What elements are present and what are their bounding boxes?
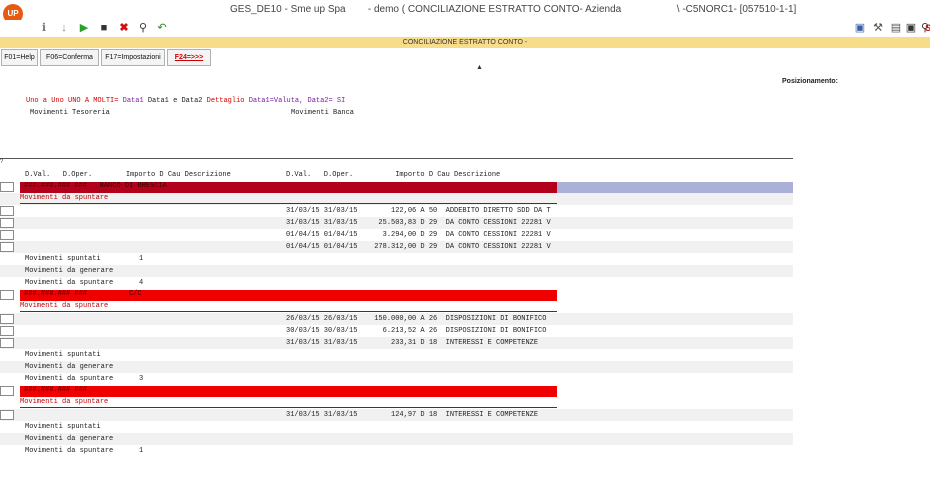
document-icon[interactable]: ▤	[888, 20, 904, 37]
stop-icon[interactable]: ■	[96, 20, 112, 37]
bank-heading: Movimenti Banca	[291, 109, 355, 117]
mode-line: Uno a Uno UNO A MOLTI= Data1 Data1 e Dat…	[26, 97, 345, 105]
bank-movement-row[interactable]: 01/04/15 01/04/15 278.312,00 D 29 DA CON…	[286, 243, 551, 251]
account-band-label: ###.###.### ### C/C	[24, 290, 142, 298]
f01-help-button[interactable]: F01=Help	[1, 49, 38, 66]
play-icon[interactable]: ▶	[76, 20, 92, 37]
row-select-box[interactable]	[0, 326, 14, 336]
summary-count: 4	[139, 279, 144, 287]
summary-count: 1	[139, 447, 144, 455]
summary-count: 3	[139, 375, 144, 383]
row-select-box[interactable]	[0, 338, 14, 348]
account-band-label: ###.###.### ### BANCO DI BRESCIA	[24, 182, 167, 190]
collapse-caret-icon[interactable]: ▲	[476, 64, 483, 71]
summary-label: Movimenti da spuntare	[25, 447, 114, 455]
f17-settings-button[interactable]: F17=Impostazioni	[101, 49, 165, 66]
row-select-box[interactable]	[0, 230, 14, 240]
bank-movement-row[interactable]: 31/03/15 31/03/15 124,97 D 18 INTERESSI …	[286, 411, 538, 419]
link-underline	[20, 407, 557, 408]
f24-more-button[interactable]: F24=>>>	[167, 49, 211, 66]
bank-column-headers: D.Val. D.Oper. Importo D Cau Descrizione	[286, 171, 501, 179]
bank-movement-row[interactable]: 30/03/15 30/03/15 6.213,52 A 26 DISPOSIZ…	[286, 327, 546, 335]
grid-separator	[0, 158, 793, 159]
account-band-label: ###.###.### ###	[24, 386, 88, 394]
summary-label: Movimenti spuntati	[25, 351, 101, 359]
row-stripe	[0, 433, 793, 445]
bank-movement-row[interactable]: 01/04/15 01/04/15 3.294,00 D 29 DA CONTO…	[286, 231, 551, 239]
row-select-box[interactable]	[0, 218, 14, 228]
row-select-box[interactable]	[0, 314, 14, 324]
delete-icon[interactable]: ✖	[116, 20, 132, 37]
treasury-column-headers: D.Val. D.Oper. Importo D Cau Descrizione	[25, 171, 231, 179]
info-icon[interactable]: ℹ	[36, 20, 52, 37]
account-band[interactable]	[20, 386, 557, 397]
row-select-box[interactable]	[0, 182, 14, 192]
mode-valuta[interactable]: Data1=Valuta, Data2=	[249, 97, 333, 105]
summary-label: Movimenti da generare	[25, 435, 114, 443]
to-reconcile-link[interactable]: Movimenti da spuntare	[20, 302, 108, 310]
monitor-icon[interactable]: ▣	[852, 20, 868, 37]
title-bar: UP GES_DE10 - Sme up Spa - demo ( CONCIL…	[0, 0, 930, 24]
row-stripe	[0, 265, 793, 277]
row-select-box[interactable]	[0, 290, 14, 300]
link-underline	[20, 203, 557, 204]
undo-icon[interactable]: ↶	[154, 20, 170, 37]
summary-label: Movimenti da spuntare	[25, 279, 114, 287]
window-title: GES_DE10 - Sme up Spa - demo ( CONCILIAZ…	[230, 4, 797, 15]
bank-movement-row[interactable]: 26/03/15 26/03/15 150.000,00 A 26 DISPOS…	[286, 315, 546, 323]
mode-data1-data2[interactable]: Data1 e Data2	[148, 97, 203, 105]
summary-label: Movimenti spuntati	[25, 255, 101, 263]
summary-label: Movimenti da generare	[25, 267, 114, 275]
selection-highlight	[557, 182, 793, 193]
bank-movement-row[interactable]: 31/03/15 31/03/15 122,06 A 50 ADDEBITO D…	[286, 207, 551, 215]
bank-movement-row[interactable]: 31/03/15 31/03/15 25.503,83 D 29 DA CONT…	[286, 219, 551, 227]
mode-uno-a-uno[interactable]: Uno a Uno	[26, 97, 64, 105]
help-question-mark[interactable]: ?	[0, 159, 3, 165]
bank-movement-row[interactable]: 31/03/15 31/03/15 233,31 D 18 INTERESSI …	[286, 339, 538, 347]
toolbar: ℹ ↓ ▶ ■ ✖ ⚲ ↶ ▣ ⚒ ▤ ▣ ⚲ Sr	[0, 20, 930, 37]
signal-text: Sr	[925, 23, 930, 33]
summary-label: Movimenti spuntati	[25, 423, 101, 431]
mode-si[interactable]: SI	[337, 97, 345, 105]
f06-confirm-button[interactable]: F06=Conferma	[40, 49, 99, 66]
row-select-box[interactable]	[0, 386, 14, 396]
summary-count: 1	[139, 255, 144, 263]
summary-label: Movimenti da spuntare	[25, 375, 114, 383]
program-banner: CONCILIAZIONE ESTRATTO CONTO -	[0, 37, 930, 48]
row-select-box[interactable]	[0, 410, 14, 420]
link-underline	[20, 311, 557, 312]
treasury-heading: Movimenti Tesoreria	[30, 109, 110, 117]
to-reconcile-link[interactable]: Movimenti da spuntare	[20, 194, 108, 202]
to-reconcile-link[interactable]: Movimenti da spuntare	[20, 398, 108, 406]
row-select-box[interactable]	[0, 206, 14, 216]
arrow-down-icon[interactable]: ↓	[56, 20, 72, 37]
row-select-box[interactable]	[0, 242, 14, 252]
find-icon[interactable]: ⚲	[135, 20, 151, 37]
mode-uno-a-molti[interactable]: UNO A MOLTI=	[68, 97, 118, 105]
mode-dettaglio[interactable]: Dettaglio	[207, 97, 245, 105]
tools-icon[interactable]: ⚒	[870, 20, 886, 37]
summary-label: Movimenti da generare	[25, 363, 114, 371]
positioning-label: Posizionamento:	[782, 78, 839, 85]
mode-data1[interactable]: Data1	[123, 97, 144, 105]
row-stripe	[0, 361, 793, 373]
